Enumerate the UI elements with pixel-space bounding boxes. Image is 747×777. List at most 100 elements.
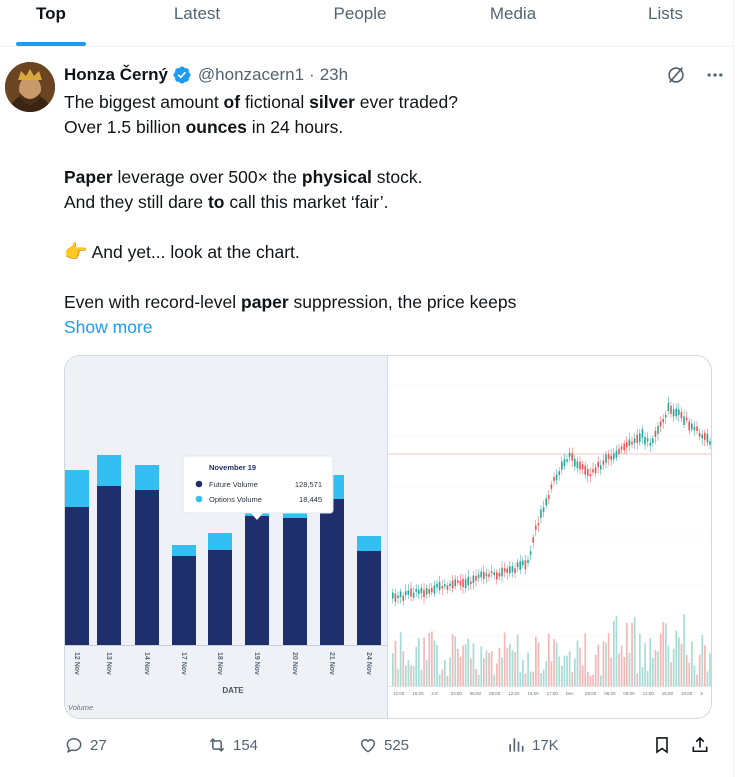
x-tick-label: 24 Nov: [365, 652, 372, 675]
volume-bar: [641, 666, 644, 686]
candle-body: [566, 459, 568, 462]
volume-bar: [498, 647, 501, 686]
volume-bar: [446, 675, 449, 686]
volume-bar: [472, 643, 475, 686]
volume-bar: [709, 652, 711, 686]
volume-bar: [483, 658, 485, 686]
volume-bar: [672, 648, 675, 686]
tweet-top-actions: [665, 64, 725, 91]
tweet-media[interactable]: 12 Nov 13 Nov 14 Nov 17 Nov 18 Nov 19 Nov 20 N…: [64, 355, 712, 719]
volume-bar: [449, 657, 451, 686]
tab-people[interactable]: People: [292, 0, 428, 46]
volume-bar: [652, 657, 654, 686]
future-volume-bar: [320, 499, 344, 645]
volume-bar: [477, 675, 480, 686]
views-chart-icon: [509, 738, 524, 752]
candle-body: [672, 409, 675, 417]
candle-body: [701, 434, 703, 439]
candle-body: [498, 572, 501, 577]
candle-body: [511, 565, 514, 573]
share-icon: [692, 736, 708, 753]
volume-bar: [519, 672, 522, 686]
future-volume-bar: [97, 486, 121, 645]
candle-body: [540, 509, 542, 518]
volume-bar: [607, 633, 610, 686]
x-tick-label: 13 Nov: [105, 652, 112, 675]
pointing-hand-icon: 👉: [64, 242, 88, 263]
volume-bar: [646, 670, 649, 686]
x-tick-label: 18 Nov: [216, 652, 223, 675]
volume-bar: [644, 643, 646, 686]
candle-body: [501, 567, 503, 577]
volume-bar: [464, 644, 467, 686]
candle-body: [516, 562, 519, 568]
bookmark-button[interactable]: [652, 735, 672, 755]
author-name[interactable]: Honza Černý: [64, 65, 168, 85]
candle-body: [506, 568, 508, 573]
candle-body: [542, 507, 545, 512]
price-candlestick-chart: 12:00 15:00 2.8 03:00 06:00 09:00 12:00 15:00 17…: [387, 356, 711, 718]
volume-bar: [392, 653, 394, 686]
candle-body: [631, 441, 633, 445]
volume-bar: [665, 623, 667, 686]
candle-body: [620, 446, 623, 450]
volume-bar: [532, 671, 535, 686]
candle-body: [667, 402, 670, 412]
tab-media[interactable]: Media: [428, 0, 598, 46]
active-tab-indicator: [16, 42, 86, 46]
volume-bar: [402, 651, 405, 686]
volume-bar: [597, 644, 600, 686]
grok-icon[interactable]: [665, 64, 687, 91]
volume-bar: [459, 657, 462, 686]
candle-body: [685, 417, 688, 421]
volume-bar: [685, 654, 688, 686]
candle-body: [428, 588, 430, 594]
volume-bar: [454, 636, 457, 686]
time-tick-label: Dec: [566, 691, 575, 696]
candle-body: [576, 461, 579, 469]
candle-body: [418, 589, 420, 595]
share-button[interactable]: [690, 735, 710, 755]
candle-body: [449, 583, 451, 587]
candle-body: [626, 441, 628, 448]
avatar[interactable]: [5, 62, 55, 112]
candle-body: [415, 588, 417, 592]
tab-latest[interactable]: Latest: [102, 0, 292, 46]
volume-bar: [436, 644, 438, 686]
candle-body: [459, 580, 462, 586]
candle-body: [519, 561, 521, 570]
tab-lists[interactable]: Lists: [598, 0, 733, 46]
volume-bar: [451, 634, 454, 686]
views-button[interactable]: 17K: [506, 735, 559, 755]
candle-body: [704, 432, 706, 440]
repost-button[interactable]: 154: [207, 735, 258, 755]
candle-body: [592, 469, 594, 473]
like-button[interactable]: 525: [358, 735, 409, 755]
volume-bar: [444, 659, 446, 686]
time-tick-label: 2.8: [431, 691, 438, 696]
volume-bar: [537, 642, 540, 686]
candle-body: [639, 433, 641, 443]
volume-bar: [670, 662, 672, 686]
volume-bar: [613, 620, 615, 686]
candle-body: [545, 498, 547, 506]
time-tick-label: 15:00: [527, 691, 539, 696]
tab-top[interactable]: Top: [0, 0, 102, 46]
tweet-time[interactable]: 23h: [320, 65, 348, 85]
candle-body: [441, 586, 443, 589]
more-options-icon[interactable]: [705, 65, 725, 90]
candle-body: [433, 585, 436, 594]
reply-button[interactable]: 27: [64, 735, 107, 755]
future-volume-bar: [208, 550, 232, 645]
bookmark-icon: [656, 737, 668, 754]
show-more-link[interactable]: Show more: [64, 315, 153, 340]
tooltip-row-label: Options Volume: [209, 495, 262, 504]
author-handle[interactable]: @honzacern1: [198, 65, 304, 85]
candle-body: [670, 405, 672, 414]
volume-bar: [506, 648, 509, 686]
time-tick-label: 12:00: [643, 691, 655, 696]
candle-body: [698, 432, 701, 437]
volume-bar: [542, 669, 545, 686]
candle-body: [680, 411, 683, 419]
volume-bar: [568, 651, 571, 686]
